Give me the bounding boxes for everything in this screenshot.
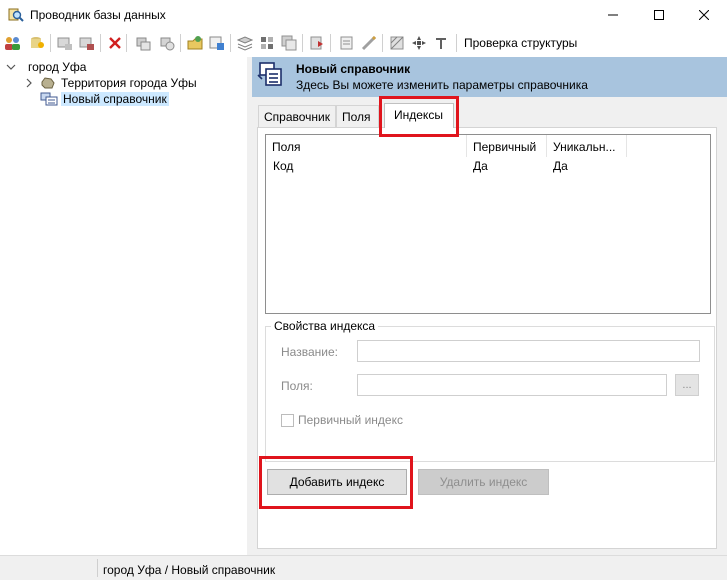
delete-index-button[interactable]: Удалить индекс xyxy=(418,469,549,495)
open-icon[interactable] xyxy=(186,34,204,52)
maximize-button[interactable] xyxy=(636,0,682,30)
table-row[interactable]: Код Да Да xyxy=(266,157,710,175)
title-bar: Проводник базы данных xyxy=(0,0,727,30)
primary-index-checkbox[interactable] xyxy=(281,414,294,427)
index-properties-group: Свойства индекса Название: Поля: ... Пер… xyxy=(265,319,715,462)
column-header-unique[interactable]: Уникальн... xyxy=(547,135,627,157)
tree-item-label: Территория города Уфы xyxy=(61,76,197,90)
copy-icon[interactable] xyxy=(134,34,152,52)
name-label: Название: xyxy=(281,345,338,359)
users-icon[interactable] xyxy=(4,34,22,52)
database-key-icon[interactable] xyxy=(28,34,46,52)
tree-item-territory[interactable]: Территория города Уфы xyxy=(24,75,199,91)
column-header-fields[interactable]: Поля xyxy=(266,135,467,157)
edit-table-icon[interactable] xyxy=(78,34,96,52)
index-properties-legend: Свойства индекса xyxy=(271,319,379,333)
directory-icon xyxy=(40,92,58,106)
details-header: Новый справочник Здесь Вы можете изменит… xyxy=(252,57,727,97)
cell-primary: Да xyxy=(473,159,488,173)
cell-unique: Да xyxy=(553,159,568,173)
directory-header-icon xyxy=(257,61,283,87)
hatch-icon[interactable] xyxy=(388,34,406,52)
tree-item-label: Новый справочник xyxy=(61,92,169,106)
tree-root-label: город Уфа xyxy=(28,60,87,74)
minimize-button[interactable] xyxy=(590,0,636,30)
report-icon[interactable] xyxy=(338,34,356,52)
window-title: Проводник базы данных xyxy=(30,8,166,22)
move-icon[interactable] xyxy=(410,34,428,52)
delete-icon[interactable] xyxy=(106,34,124,52)
browse-fields-button[interactable]: ... xyxy=(675,374,699,396)
indexes-panel: Поля Первичный Уникальн... Код Да Да Сво… xyxy=(257,127,717,549)
collapsed-chevron-icon[interactable] xyxy=(24,78,34,88)
primary-index-label: Первичный индекс xyxy=(298,413,403,427)
details-subtitle: Здесь Вы можете изменить параметры справ… xyxy=(296,78,588,92)
status-bar: город Уфа / Новый справочник xyxy=(0,555,727,580)
tree-pane: город Уфа Территория города Уфы Новый сп… xyxy=(0,57,247,555)
import-icon[interactable] xyxy=(308,34,326,52)
tab-directory[interactable]: Справочник xyxy=(258,105,336,127)
territory-icon xyxy=(40,76,56,90)
details-title: Новый справочник xyxy=(296,62,411,76)
cell-fields: Код xyxy=(273,159,294,173)
close-button[interactable] xyxy=(681,0,727,30)
fields-input[interactable] xyxy=(357,374,667,396)
tab-fields[interactable]: Поля xyxy=(336,105,379,127)
details-pane: Новый справочник Здесь Вы можете изменит… xyxy=(252,57,727,555)
tab-indexes[interactable]: Индексы xyxy=(384,103,454,128)
paste-icon[interactable] xyxy=(158,34,176,52)
name-input[interactable] xyxy=(357,340,700,362)
fields-label: Поля: xyxy=(281,379,313,393)
column-header-primary[interactable]: Первичный xyxy=(467,135,547,157)
indexes-list[interactable]: Поля Первичный Уникальн... Код Да Да xyxy=(265,134,711,314)
add-table-icon[interactable] xyxy=(56,34,74,52)
properties-icon[interactable] xyxy=(208,34,226,52)
expanded-chevron-icon[interactable] xyxy=(6,62,16,72)
text-tool-icon[interactable] xyxy=(432,34,450,52)
tree-item-new-directory[interactable]: Новый справочник xyxy=(40,91,169,107)
toolbar: Проверка структуры xyxy=(0,30,727,56)
status-path: город Уфа / Новый справочник xyxy=(103,563,276,577)
database-explorer-icon xyxy=(8,7,24,23)
check-structure-button[interactable]: Проверка структуры xyxy=(464,36,577,50)
pencil-icon[interactable] xyxy=(360,34,378,52)
add-index-button[interactable]: Добавить индекс xyxy=(267,469,407,495)
grid-icon[interactable] xyxy=(258,34,276,52)
stack-icon[interactable] xyxy=(236,34,254,52)
indexes-list-header: Поля Первичный Уникальн... xyxy=(266,135,710,157)
tree-root[interactable]: город Уфа xyxy=(6,59,88,75)
layers-icon[interactable] xyxy=(280,34,298,52)
